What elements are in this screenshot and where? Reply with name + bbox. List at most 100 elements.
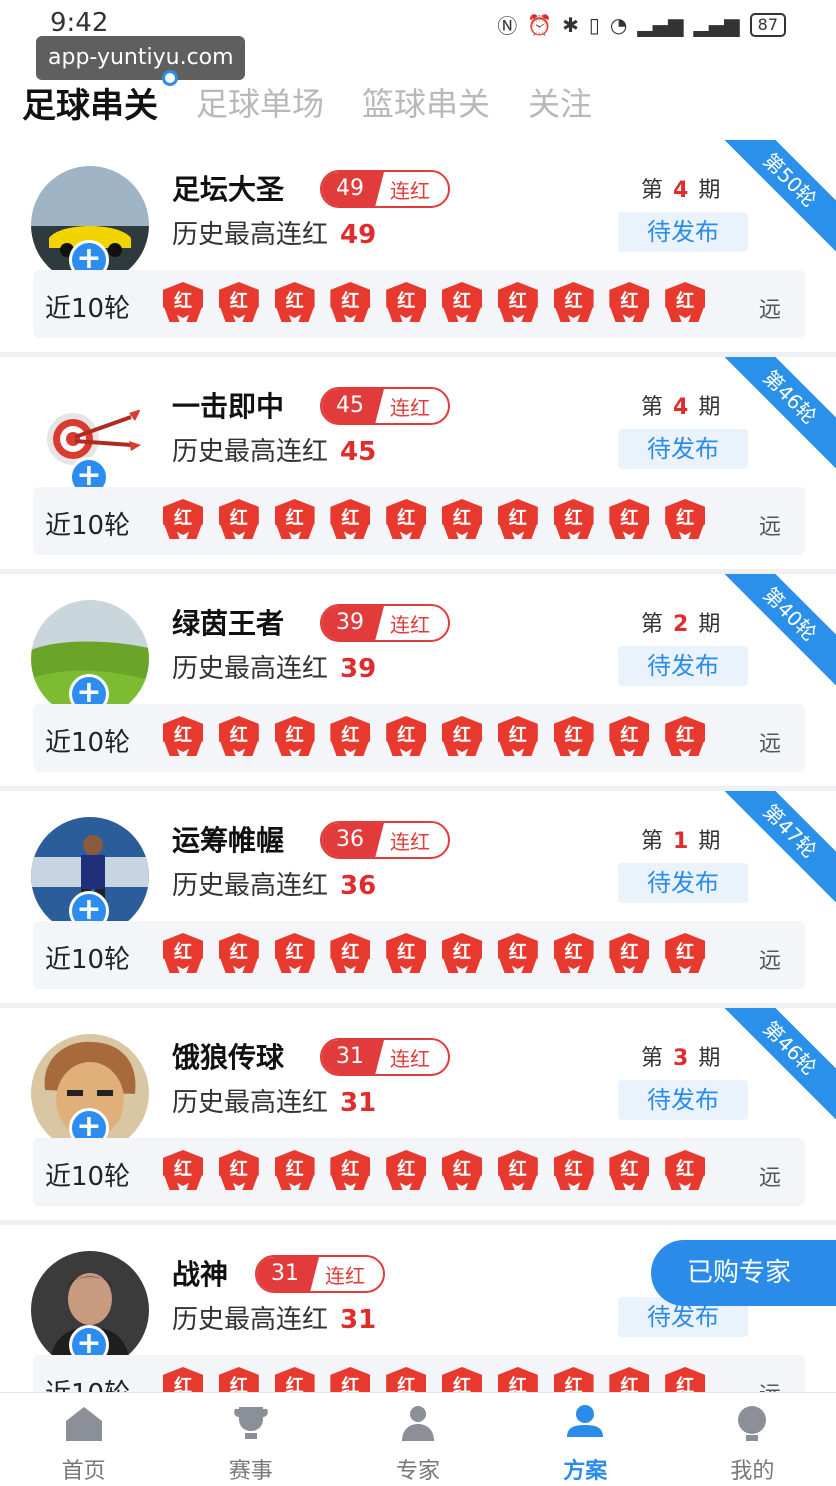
red-result-badge: 红 — [163, 933, 203, 975]
period-number: 2 — [673, 612, 689, 637]
red-result-badge: 红 — [553, 499, 594, 541]
expert-icon — [402, 1406, 434, 1441]
more-label: 远 — [758, 1166, 781, 1191]
recent-results-row: 近10轮红红红红红红红红红红远 — [33, 921, 805, 989]
streak-count: 39 — [322, 606, 384, 640]
red-result-badge: 红 — [218, 716, 259, 758]
red-result-badge: 红 — [609, 499, 650, 541]
pending-publish-button[interactable]: 待发布 — [618, 863, 748, 903]
red-result-badge: 红 — [386, 282, 427, 324]
streak-badge: 49 连红 — [320, 170, 450, 208]
red-result-badge: 红 — [218, 1367, 259, 1392]
history-best-value: 36 — [340, 871, 377, 901]
home-icon — [65, 1407, 102, 1441]
expert-card[interactable]: + 一击即中 45 连红 历史最高连红 45 第 4 期待发布 第46轮 近10轮红红红红红红红红红… — [0, 357, 836, 569]
red-result-badge: 红 — [497, 716, 538, 758]
signal-icon: ▂▄▆ — [637, 12, 684, 37]
period-label: 第1期 — [641, 829, 721, 854]
pending-publish-button[interactable]: 待发布 — [618, 1080, 748, 1120]
recent-results: 红红红红红红红红红红 — [163, 1150, 721, 1192]
red-result-badge: 红 — [665, 1150, 706, 1192]
period-number: 4 — [673, 395, 689, 420]
expert-avatar-wrap[interactable]: + — [31, 1251, 149, 1369]
recent-results: 红红红红红红红红红红 — [163, 1367, 721, 1392]
period-label: 第4期 — [641, 395, 721, 420]
red-result-badge: 红 — [553, 282, 594, 324]
red-result-badge: 红 — [553, 1367, 594, 1392]
expert-avatar-wrap[interactable]: + — [31, 1034, 149, 1152]
period-label: 第2期 — [641, 612, 721, 637]
battery-icon: 87 — [749, 12, 786, 37]
streak-count: 31 — [322, 1040, 384, 1074]
wifi-icon: ◔ — [609, 12, 628, 37]
bluetooth-icon: ✱ — [562, 12, 579, 37]
top-tabs: 足球串关 足球单场 篮球串关 关注 — [22, 69, 630, 127]
red-result-badge: 红 — [386, 499, 427, 541]
red-result-badge: 红 — [553, 1150, 594, 1192]
streak-badge: 45 连红 — [320, 387, 450, 425]
red-result-badge: 红 — [218, 1150, 259, 1192]
red-result-badge: 红 — [330, 1150, 371, 1192]
expert-avatar-wrap[interactable]: + — [31, 600, 149, 718]
red-result-badge: 红 — [386, 933, 427, 975]
history-best-value: 31 — [340, 1088, 377, 1118]
red-result-badge: 红 — [274, 499, 315, 541]
history-best-value: 31 — [340, 1305, 377, 1335]
expert-avatar-wrap[interactable]: + — [31, 817, 149, 935]
expert-card[interactable]: + 绿茵王者 39 连红 历史最高连红 39 第 2 期待发布 第40轮 近10轮红红红红红红红红红… — [0, 574, 836, 786]
vibrate-icon: ▯ — [588, 12, 600, 37]
history-best-value: 49 — [340, 220, 377, 250]
history-best-streak: 历史最高连红 31 — [172, 1088, 377, 1118]
pending-publish-button[interactable]: 待发布 — [618, 646, 748, 686]
tab-football-single[interactable]: 足球单场 — [196, 79, 324, 125]
expert-card[interactable]: + 运筹帷幄 36 连红 历史最高连红 36 第 1 期待发布 第47轮 近10轮红红红红红红红红红… — [0, 791, 836, 1003]
tab-basketball-parlay[interactable]: 篮球串关 — [362, 79, 490, 125]
pending-publish-button[interactable]: 待发布 — [618, 429, 748, 469]
alarm-icon: ⏰ — [527, 12, 553, 37]
purchased-experts-button[interactable]: 已购专家 — [651, 1240, 836, 1306]
period-number: 1 — [673, 829, 689, 854]
pending-publish-button[interactable]: 待发布 — [618, 212, 748, 252]
nav-plans[interactable]: 方案 — [502, 1393, 669, 1486]
red-result-badge: 红 — [441, 716, 482, 758]
tab-football-parlay[interactable]: 足球串关 — [22, 69, 178, 127]
red-result-badge: 红 — [609, 716, 650, 758]
expert-avatar-wrap[interactable]: + — [31, 383, 149, 501]
history-best-streak: 历史最高连红 45 — [172, 437, 377, 467]
red-result-badge: 红 — [163, 1150, 203, 1192]
red-result-badge: 红 — [609, 933, 650, 975]
red-result-badge: 红 — [441, 499, 482, 541]
expert-name: 足坛大圣 — [172, 173, 285, 206]
history-best-streak: 历史最高连红 49 — [172, 220, 377, 250]
nav-matches[interactable]: 赛事 — [167, 1393, 334, 1486]
nav-home[interactable]: 首页 — [0, 1393, 167, 1486]
streak-count: 45 — [322, 389, 384, 423]
nav-profile[interactable]: 我的 — [669, 1393, 836, 1486]
streak-badge: 31 连红 — [320, 1038, 450, 1076]
nav-experts[interactable]: 专家 — [334, 1393, 501, 1486]
red-result-badge: 红 — [386, 1367, 427, 1392]
history-best-value: 45 — [340, 437, 377, 467]
tab-active-dot — [162, 69, 178, 86]
expert-name: 战神 — [172, 1258, 229, 1291]
red-result-badge: 红 — [665, 716, 706, 758]
more-label: 远 — [758, 949, 781, 974]
streak-count: 36 — [322, 823, 384, 857]
red-result-badge: 红 — [497, 1150, 538, 1192]
red-result-badge: 红 — [330, 933, 371, 975]
expert-card[interactable]: + 饿狼传球 31 连红 历史最高连红 31 第 3 期待发布 第46轮 近10轮红红红红红红红红红… — [0, 1008, 836, 1220]
more-label: 远 — [758, 298, 781, 323]
red-result-badge: 红 — [163, 1367, 203, 1392]
expert-name: 一击即中 — [172, 390, 285, 423]
expert-avatar-wrap[interactable]: + — [31, 166, 149, 284]
expert-name: 运筹帷幄 — [172, 824, 285, 857]
streak-count: 31 — [257, 1257, 319, 1291]
red-result-badge: 红 — [330, 282, 371, 324]
red-result-badge: 红 — [497, 499, 538, 541]
expert-card[interactable]: + 足坛大圣 49 连红 历史最高连红 49 第 4 期待发布 第50轮 近10轮红红红红红红红红红… — [0, 140, 836, 352]
recent-results: 红红红红红红红红红红 — [163, 716, 721, 758]
red-result-badge: 红 — [497, 282, 538, 324]
red-result-badge: 红 — [386, 716, 427, 758]
history-best-streak: 历史最高连红 31 — [172, 1305, 377, 1335]
tab-follow[interactable]: 关注 — [528, 79, 592, 125]
